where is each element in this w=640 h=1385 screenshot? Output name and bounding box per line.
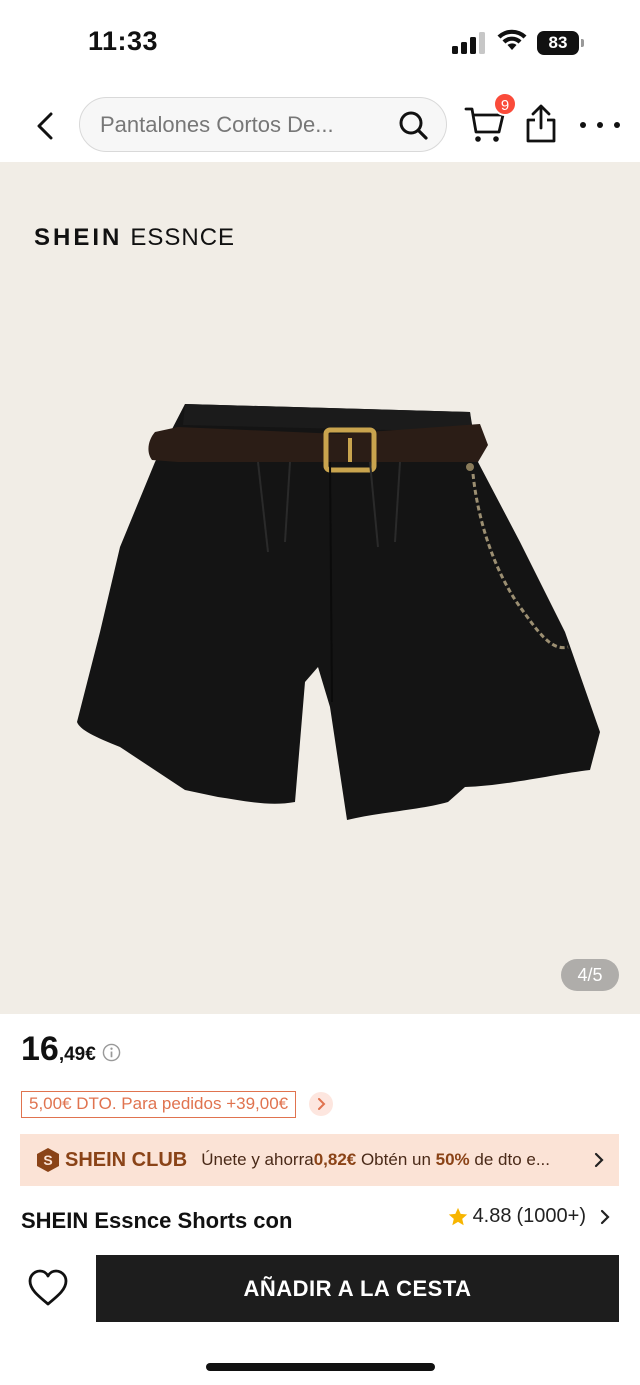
price-integer: 16: [21, 1030, 59, 1068]
brand-name: SHEIN: [34, 224, 123, 251]
coupon-badge[interactable]: 5,00€ DTO. Para pedidos +39,00€: [21, 1090, 297, 1118]
svg-text:S: S: [43, 1152, 52, 1168]
product-image[interactable]: SHEIN ESSNCE 4/5: [0, 162, 640, 1014]
search-input[interactable]: Pantalones Cortos De...: [79, 97, 447, 152]
coupon-arrow-button[interactable]: [309, 1092, 334, 1116]
battery-level: 83: [548, 33, 568, 52]
rating-count: (1000+): [516, 1205, 587, 1227]
price: 16 ,49€: [21, 1030, 121, 1080]
share-icon[interactable]: [524, 104, 558, 144]
chevron-right-icon: [600, 1209, 610, 1224]
title-row: SHEIN Essnce Shorts con 4.88 (1000+): [21, 1205, 620, 1245]
search-icon[interactable]: [398, 110, 428, 140]
chevron-right-icon: [595, 1152, 604, 1168]
price-decimal: ,49€: [58, 1044, 96, 1065]
sub-brand-name: ESSNCE: [130, 224, 236, 251]
heart-icon[interactable]: [27, 1268, 69, 1308]
back-button[interactable]: [28, 106, 62, 146]
chevron-left-icon: [37, 112, 53, 140]
status-time: 11:33: [88, 26, 159, 56]
add-to-cart-button[interactable]: AÑADIR A LA CESTA: [96, 1255, 619, 1322]
club-name: SHEIN CLUB: [65, 1148, 188, 1171]
home-indicator: [206, 1363, 435, 1371]
status-bar: 11:33 83: [0, 0, 640, 88]
bottom-action-bar: AÑADIR A LA CESTA: [0, 1243, 640, 1385]
more-dot-icon: [614, 122, 620, 128]
shein-club-banner[interactable]: S SHEIN CLUB Únete y ahorra0,82€ Obtén u…: [20, 1134, 619, 1186]
cart-count-badge: 9: [493, 92, 517, 116]
rating[interactable]: 4.88 (1000+): [447, 1205, 612, 1228]
top-nav: Pantalones Cortos De... 9: [0, 88, 640, 162]
cellular-signal-icon: [452, 32, 485, 54]
wifi-icon: [497, 29, 527, 50]
club-logo-icon: S: [37, 1148, 59, 1172]
image-counter: 4/5: [561, 959, 619, 991]
brand-logo: SHEIN ESSNCE: [34, 224, 235, 252]
search-placeholder: Pantalones Cortos De...: [100, 112, 334, 137]
rating-value: 4.88: [472, 1205, 512, 1227]
product-title: SHEIN Essnce Shorts con: [21, 1208, 293, 1233]
info-icon[interactable]: [102, 1043, 121, 1062]
more-dot-icon: [580, 122, 586, 128]
more-dot-icon: [597, 122, 603, 128]
coupon-row[interactable]: 5,00€ DTO. Para pedidos +39,00€: [21, 1090, 334, 1118]
battery-indicator: 83: [537, 31, 584, 55]
club-message: Únete y ahorra0,82€ Obtén un 50% de dto …: [201, 1150, 550, 1169]
star-icon: [448, 1207, 467, 1225]
more-options-button[interactable]: [580, 110, 620, 140]
shorts-illustration: [77, 404, 600, 820]
chevron-right-icon: [318, 1098, 326, 1110]
